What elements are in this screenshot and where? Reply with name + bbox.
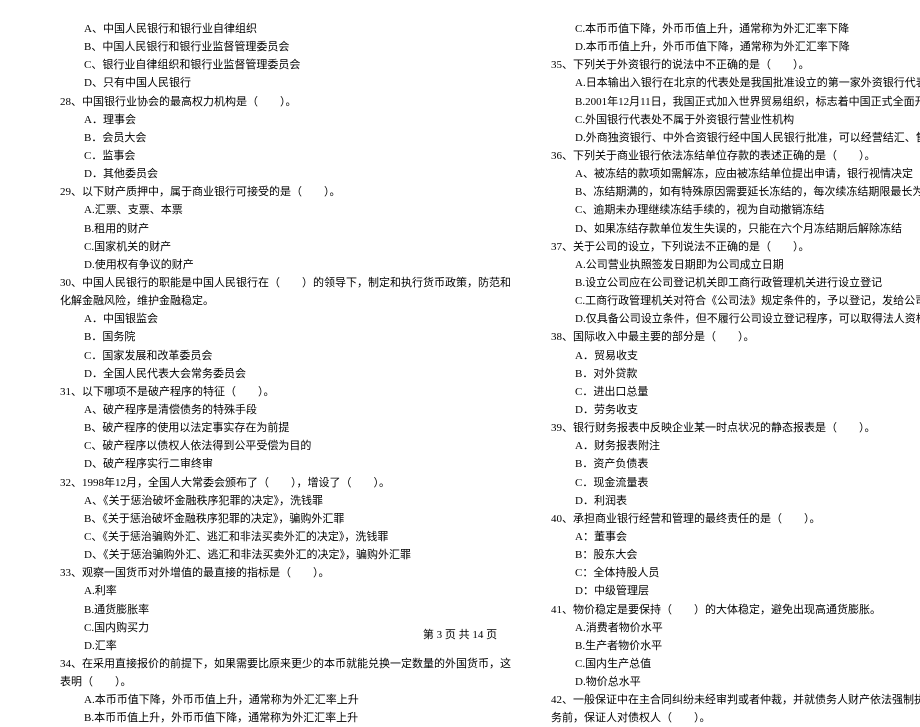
option-line: B．资产负债表 (551, 455, 920, 473)
option-line: B.设立公司应在公司登记机关即工商行政管理机关进行设立登记 (551, 274, 920, 292)
option-line: A.日本输出入银行在北京的代表处是我国批准设立的第一家外资银行代表处 (551, 74, 920, 92)
option-line: A．理事会 (60, 111, 511, 129)
option-line: D.物价总水平 (551, 673, 920, 691)
option-line: D．其他委员会 (60, 165, 511, 183)
option-line: D、《关于惩治骗购外汇、逃汇和非法买卖外汇的决定》，骗购外汇罪 (60, 546, 511, 564)
option-line: A．贸易收支 (551, 347, 920, 365)
option-line: D.使用权有争议的财产 (60, 256, 511, 274)
question-line: 32、1998年12月，全国人大常委会颁布了（ ），增设了（ ）。 (60, 474, 511, 492)
option-line: C、银行业自律组织和银行业监督管理委员会 (60, 56, 511, 74)
question-line: 41、物价稳定是要保持（ ）的大体稳定，避免出现高通货膨胀。 (551, 601, 920, 619)
option-line: D、如果冻结存款单位发生失误的，只能在六个月冻结期后解除冻结 (551, 220, 920, 238)
option-line: D：中级管理层 (551, 582, 920, 600)
option-line: B、冻结期满的，如有特殊原因需要延长冻结的，每次续冻结期限最长为三个月 (551, 183, 920, 201)
option-line: A.利率 (60, 582, 511, 600)
page-footer: 第 3 页 共 14 页 (0, 626, 920, 642)
option-line: B．国务院 (60, 328, 511, 346)
option-line: C．国家发展和改革委员会 (60, 347, 511, 365)
option-line: D、只有中国人民银行 (60, 74, 511, 92)
option-line: A、被冻结的款项如需解冻，应由被冻结单位提出申请，银行视情决定 (551, 165, 920, 183)
question-line: 29、以下财产质押中，属于商业银行可接受的是（ ）。 (60, 183, 511, 201)
option-line: C．现金流量表 (551, 474, 920, 492)
option-line: B．会员大会 (60, 129, 511, 147)
question-line: 30、中国人民银行的职能是中国人民银行在（ ）的领导下，制定和执行货币政策，防范… (60, 274, 511, 292)
option-line: C．监事会 (60, 147, 511, 165)
option-line: A.本币币值下降，外币币值上升，通常称为外汇汇率上升 (60, 691, 511, 709)
option-line: C.外国银行代表处不属于外资银行营业性机构 (551, 111, 920, 129)
question-line: 化解金融风险，维护金融稳定。 (60, 292, 511, 310)
option-line: D．劳务收支 (551, 401, 920, 419)
option-line: A、《关于惩治破坏金融秩序犯罪的决定》，洗钱罪 (60, 492, 511, 510)
question-line: 表明（ ）。 (60, 673, 511, 691)
question-line: 34、在采用直接报价的前提下，如果需要比原来更少的本币就能兑换一定数量的外国货币… (60, 655, 511, 673)
option-line: C．进出口总量 (551, 383, 920, 401)
question-line: 36、下列关于商业银行依法冻结单位存款的表述正确的是（ ）。 (551, 147, 920, 165)
option-line: B、破产程序的使用以法定事实存在为前提 (60, 419, 511, 437)
question-line: 31、以下哪项不是破产程序的特征（ ）。 (60, 383, 511, 401)
option-line: B.本币币值上升，外币币值下降，通常称为外汇汇率上升 (60, 709, 511, 727)
option-line: D.本币币值上升，外币币值下降，通常称为外汇汇率下降 (551, 38, 920, 56)
question-line: 33、观察一国货币对外增值的最直接的指标是（ ）。 (60, 564, 511, 582)
option-line: A、中国人民银行和银行业自律组织 (60, 20, 511, 38)
question-line: 务前，保证人对债权人（ ）。 (551, 709, 920, 727)
option-line: A.公司营业执照签发日期即为公司成立日期 (551, 256, 920, 274)
option-line: B．对外贷款 (551, 365, 920, 383)
option-line: D.外商独资银行、中外合资银行经中国人民银行批准，可以经营结汇、售汇业务 (551, 129, 920, 147)
question-line: 35、下列关于外资银行的说法中不正确的是（ ）。 (551, 56, 920, 74)
option-line: B、中国人民银行和银行业监督管理委员会 (60, 38, 511, 56)
question-line: 40、承担商业银行经营和管理的最终责任的是（ ）。 (551, 510, 920, 528)
option-line: B：股东大会 (551, 546, 920, 564)
option-line: C：全体持股人员 (551, 564, 920, 582)
question-line: 37、关于公司的设立，下列说法不正确的是（ ）。 (551, 238, 920, 256)
option-line: C.国内生产总值 (551, 655, 920, 673)
option-line: B.2001年12月11日，我国正式加入世界贸易组织，标志着中国正式全面开放银行… (551, 93, 920, 111)
column-left: A、中国人民银行和银行业自律组织B、中国人民银行和银行业监督管理委员会C、银行业… (60, 20, 511, 610)
option-line: B.租用的财产 (60, 220, 511, 238)
question-line: 28、中国银行业协会的最高权力机构是（ ）。 (60, 93, 511, 111)
option-line: A.汇票、支票、本票 (60, 201, 511, 219)
option-line: A：董事会 (551, 528, 920, 546)
option-line: C.本币币值下降，外币币值上升，通常称为外汇汇率下降 (551, 20, 920, 38)
option-line: C.国家机关的财产 (60, 238, 511, 256)
column-right: C.本币币值下降，外币币值上升，通常称为外汇汇率下降D.本币币值上升，外币币值下… (551, 20, 920, 610)
option-line: B.通货膨胀率 (60, 601, 511, 619)
option-line: D．利润表 (551, 492, 920, 510)
option-line: D.仅具备公司设立条件，但不履行公司设立登记程序，可以取得法人资格 (551, 310, 920, 328)
option-line: C、《关于惩治骗购外汇、逃汇和非法买卖外汇的决定》，洗钱罪 (60, 528, 511, 546)
option-line: A．中国银监会 (60, 310, 511, 328)
option-line: B、《关于惩治破坏金融秩序犯罪的决定》，骗购外汇罪 (60, 510, 511, 528)
option-line: D．全国人民代表大会常务委员会 (60, 365, 511, 383)
option-line: A．财务报表附注 (551, 437, 920, 455)
option-line: D、破产程序实行二审终审 (60, 455, 511, 473)
question-line: 42、一般保证中在主合同纠纷未经审判或者仲裁，并就债务人财产依法强制执行仍不能履… (551, 691, 920, 709)
question-line: 39、银行财务报表中反映企业某一时点状况的静态报表是（ ）。 (551, 419, 920, 437)
option-line: C.工商行政管理机关对符合《公司法》规定条件的，予以登记，发给公司营业执照 (551, 292, 920, 310)
question-line: 38、国际收入中最主要的部分是（ ）。 (551, 328, 920, 346)
page-columns: A、中国人民银行和银行业自律组织B、中国人民银行和银行业监督管理委员会C、银行业… (60, 20, 860, 610)
option-line: C、逾期未办理继续冻结手续的，视为自动撤销冻结 (551, 201, 920, 219)
option-line: A、破产程序是清偿债务的特殊手段 (60, 401, 511, 419)
option-line: C、破产程序以债权人依法得到公平受偿为目的 (60, 437, 511, 455)
